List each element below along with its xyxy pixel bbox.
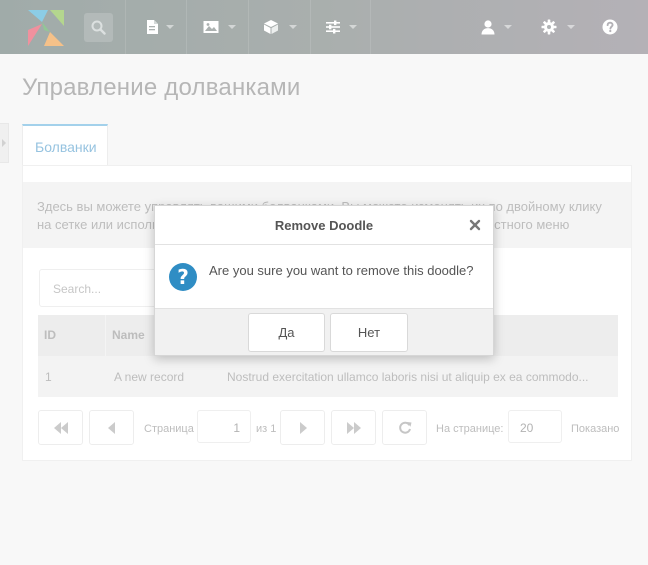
dialog-footer: Да Нет [155,308,493,355]
dialog-header: Remove Doodle [155,206,493,245]
question-icon: ? [169,263,197,291]
confirm-yes-button[interactable]: Да [248,313,325,352]
remove-doodle-dialog: Remove Doodle ? Are you sure you want to… [154,205,494,356]
close-icon[interactable] [469,219,481,231]
dialog-message: Are you sure you want to remove this doo… [209,263,474,278]
dialog-title: Remove Doodle [274,218,374,233]
confirm-no-button[interactable]: Нет [330,313,408,352]
